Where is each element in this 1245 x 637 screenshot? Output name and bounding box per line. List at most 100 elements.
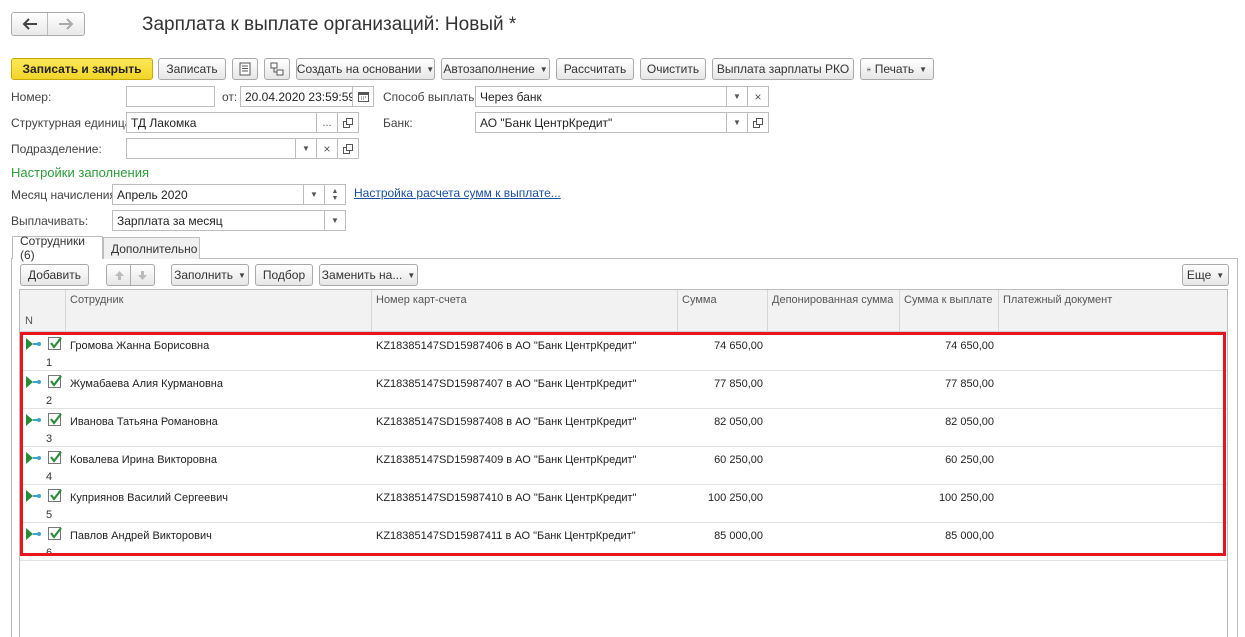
table-row[interactable]: 4 Ковалева Ирина Викторовна KZ18385147SD… <box>20 447 1227 485</box>
pay-method-dropdown[interactable]: ▼ <box>726 86 748 107</box>
caret-down-icon: ▼ <box>302 144 310 153</box>
division-field[interactable] <box>126 138 296 159</box>
bank-dropdown[interactable]: ▼ <box>726 112 748 133</box>
arrow-down-icon <box>138 270 147 280</box>
autofill-button[interactable]: Автозаполнение ▼ <box>441 58 550 80</box>
to-pay-cell: 60 250,00 <box>945 454 994 466</box>
arrow-left-icon <box>22 18 37 30</box>
sum-cell: 77 850,00 <box>714 378 763 390</box>
caret-up-icon: ▲ <box>331 187 339 195</box>
pay-method-field[interactable]: Через банк <box>475 86 727 107</box>
employees-table: N Сотрудник Номер карт-счета Сумма Депон… <box>19 289 1228 637</box>
calc-settings-link[interactable]: Настройка расчета сумм к выплате... <box>354 186 561 200</box>
tab-employees[interactable]: Сотрудники (6) <box>12 234 103 262</box>
division-open-button[interactable] <box>337 138 359 159</box>
col-head-sum[interactable]: Сумма <box>678 290 768 332</box>
structure-button[interactable] <box>264 58 290 80</box>
calculate-button[interactable]: Рассчитать <box>556 58 634 80</box>
caret-down-icon: ▼ <box>539 64 548 74</box>
table-row[interactable]: 6 Павлов Андрей Викторович KZ18385147SD1… <box>20 523 1227 561</box>
print-button[interactable]: Печать ▼ <box>860 58 934 80</box>
replace-button[interactable]: Заменить на... ▼ <box>319 264 418 286</box>
employee-cell: Ковалева Ирина Викторовна <box>70 454 217 466</box>
include-checkbox[interactable] <box>48 375 62 388</box>
tab-additional[interactable]: Дополнительно <box>103 237 200 259</box>
month-stepper[interactable]: ▲ ▼ <box>324 184 346 205</box>
pay-rko-button[interactable]: Выплата зарплаты РКО <box>712 58 854 80</box>
open-icon <box>343 143 353 154</box>
include-checkbox[interactable] <box>48 337 62 350</box>
row-number: 1 <box>46 357 53 369</box>
to-pay-cell: 82 050,00 <box>945 416 994 428</box>
card-cell: KZ18385147SD15987409 в АО "Банк ЦентрКре… <box>376 454 637 466</box>
fill-button[interactable]: Заполнить ▼ <box>171 264 249 286</box>
table-row[interactable]: 3 Иванова Татьяна Романовна KZ18385147SD… <box>20 409 1227 447</box>
bank-open-button[interactable] <box>747 112 769 133</box>
calendar-icon <box>357 92 369 102</box>
pay-dropdown[interactable]: ▼ <box>324 210 346 231</box>
col-head-deposited[interactable]: Депонированная сумма <box>768 290 900 332</box>
more-label: Еще <box>1186 268 1212 282</box>
create-based-button[interactable]: Создать на основании ▼ <box>296 58 435 80</box>
caret-down-icon: ▼ <box>733 92 741 101</box>
table-header: N Сотрудник Номер карт-счета Сумма Депон… <box>20 290 1227 332</box>
save-button[interactable]: Записать <box>158 58 226 80</box>
pay-field[interactable]: Зарплата за месяц <box>112 210 325 231</box>
col-head-payment-doc[interactable]: Платежный документ <box>999 290 1228 332</box>
employee-row-icon <box>26 528 41 540</box>
row-number: 6 <box>46 547 53 559</box>
include-checkbox[interactable] <box>48 489 62 502</box>
date-field[interactable]: 20.04.2020 23:59:59 <box>240 86 353 107</box>
table-row[interactable]: 5 Куприянов Василий Сергеевич KZ18385147… <box>20 485 1227 523</box>
structure-icon <box>270 62 284 76</box>
sum-cell: 85 000,00 <box>714 530 763 542</box>
unit-field[interactable]: ТД Лакомка <box>126 112 317 133</box>
add-button[interactable]: Добавить <box>20 264 89 286</box>
ellipsis-icon: ... <box>322 116 332 129</box>
employee-cell: Жумабаева Алия Курмановна <box>70 378 223 390</box>
clear-button[interactable]: Очистить <box>640 58 706 80</box>
table-row[interactable]: 1 Громова Жанна Борисовна KZ18385147SD15… <box>20 333 1227 371</box>
division-dropdown[interactable]: ▼ <box>295 138 317 159</box>
to-pay-cell: 100 250,00 <box>938 492 994 504</box>
autofill-label: Автозаполнение <box>443 62 535 76</box>
employee-cell: Громова Жанна Борисовна <box>70 340 210 352</box>
checkmark-icon <box>50 489 62 501</box>
month-dropdown[interactable]: ▼ <box>303 184 325 205</box>
month-field[interactable]: Апрель 2020 <box>112 184 304 205</box>
unit-open-button[interactable] <box>337 112 359 133</box>
journal-icon <box>239 62 251 76</box>
caret-down-icon: ▼ <box>238 270 246 280</box>
pay-method-clear[interactable]: × <box>747 86 769 107</box>
more-button[interactable]: Еще ▼ <box>1182 264 1229 286</box>
include-checkbox[interactable] <box>48 451 62 464</box>
journal-button[interactable] <box>232 58 258 80</box>
table-row[interactable]: 2 Жумабаева Алия Курмановна KZ18385147SD… <box>20 371 1227 409</box>
calendar-button[interactable] <box>352 86 374 107</box>
move-down-button[interactable] <box>130 264 155 286</box>
include-checkbox[interactable] <box>48 527 62 540</box>
open-icon <box>753 117 763 128</box>
col-head-to-pay[interactable]: Сумма к выплате <box>900 290 999 332</box>
unit-select-button[interactable]: ... <box>316 112 338 133</box>
pick-button[interactable]: Подбор <box>255 264 313 286</box>
bank-label: Банк: <box>383 116 413 130</box>
forward-button[interactable] <box>48 13 84 35</box>
division-clear[interactable]: × <box>316 138 338 159</box>
bank-field[interactable]: АО "Банк ЦентрКредит" <box>475 112 727 133</box>
pay-label: Выплачивать: <box>11 214 89 228</box>
col-head-employee[interactable]: Сотрудник <box>66 290 372 332</box>
row-number: 4 <box>46 471 53 483</box>
col-head-card[interactable]: Номер карт-счета <box>372 290 678 332</box>
col-head-n: N <box>25 315 33 327</box>
caret-down-icon: ▼ <box>1216 270 1225 280</box>
include-checkbox[interactable] <box>48 413 62 426</box>
number-field[interactable] <box>126 86 215 107</box>
division-label: Подразделение: <box>11 142 102 156</box>
close-icon: × <box>323 141 331 156</box>
sum-cell: 100 250,00 <box>707 492 763 504</box>
back-button[interactable] <box>12 13 48 35</box>
card-cell: KZ18385147SD15987408 в АО "Банк ЦентрКре… <box>376 416 637 428</box>
move-up-button[interactable] <box>106 264 131 286</box>
save-close-button[interactable]: Записать и закрыть <box>11 58 153 80</box>
